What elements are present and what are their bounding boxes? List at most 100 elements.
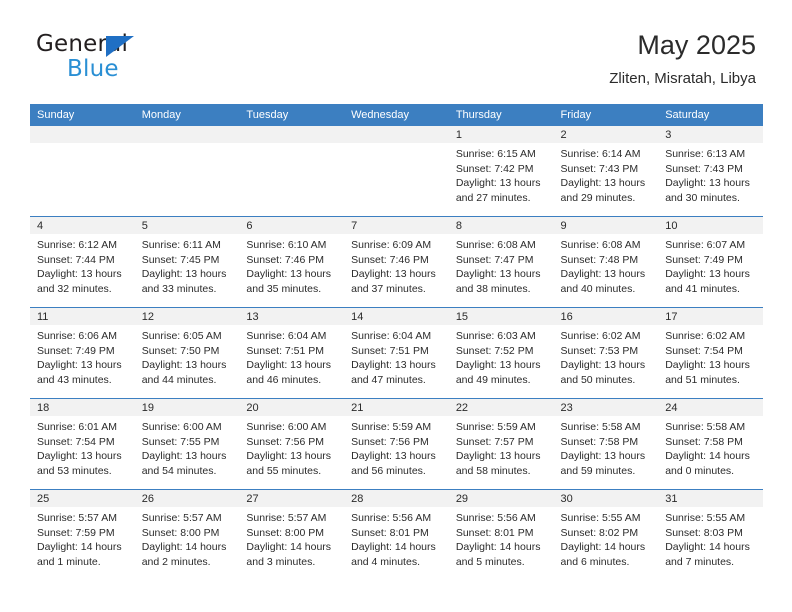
calendar-day-cell[interactable]: 20 Sunrise: 6:00 AM Sunset: 7:56 PM Dayligh… [239,398,345,490]
daylight-duration-line2: and 33 minutes. [141,282,217,295]
sunset-time: Sunset: 7:52 PM [455,344,534,357]
daylight-duration-line1: Daylight: 13 hours [560,268,646,281]
calendar-day-cell[interactable]: 23 Sunrise: 5:58 AM Sunset: 7:58 PM Dayligh… [553,398,659,490]
day-number [30,126,135,143]
sunset-time: Sunset: 7:49 PM [665,253,743,266]
day-details: Sunrise: 6:12 AM Sunset: 7:44 PM Daylight:… [30,234,135,296]
calendar-day-cell[interactable]: 13 Sunrise: 6:04 AM Sunset: 7:51 PM Dayligh… [239,307,345,399]
calendar-day-cell[interactable]: 10 Sunrise: 6:07 AM Sunset: 7:49 PM Dayligh… [658,216,763,308]
day-cell-inner: 30 Sunrise: 5:55 AM Sunset: 8:02 PM Dayligh… [553,490,659,580]
day-number: 10 [658,217,763,234]
day-number: 29 [448,490,554,507]
day-details: Sunrise: 5:57 AM Sunset: 8:00 PM Daylight:… [239,507,344,569]
day-details: Sunrise: 5:56 AM Sunset: 8:01 PM Daylight:… [449,507,554,569]
weekday-header-wednesday: Wednesday [344,104,449,126]
day-details: Sunrise: 5:58 AM Sunset: 7:58 PM Daylight:… [658,416,763,478]
day-cell-inner: 22 Sunrise: 5:59 AM Sunset: 7:57 PM Dayligh… [448,399,554,489]
daylight-duration-line2: and 40 minutes. [560,282,636,295]
sunset-time: Sunset: 7:51 PM [246,344,325,357]
daylight-duration-line2: and 44 minutes. [141,373,217,386]
daylight-duration-line1: Daylight: 13 hours [560,450,646,463]
calendar-day-cell[interactable]: 22 Sunrise: 5:59 AM Sunset: 7:57 PM Dayligh… [448,398,554,490]
calendar-day-cell[interactable]: 7 Sunrise: 6:09 AM Sunset: 7:46 PM Daylight… [344,216,449,308]
calendar-day-cell[interactable]: 4 Sunrise: 6:12 AM Sunset: 7:44 PM Daylight… [30,216,135,308]
calendar-day-cell[interactable]: 1 Sunrise: 6:15 AM Sunset: 7:42 PM Daylight… [448,126,554,217]
day-details: Sunrise: 6:05 AM Sunset: 7:50 PM Daylight:… [135,325,240,387]
daylight-duration-line1: Daylight: 13 hours [246,268,332,281]
calendar-day-cell[interactable]: 16 Sunrise: 6:02 AM Sunset: 7:53 PM Dayligh… [553,307,659,399]
calendar-day-cell[interactable]: 3 Sunrise: 6:13 AM Sunset: 7:43 PM Daylight… [658,126,763,217]
day-details: Sunrise: 6:10 AM Sunset: 7:46 PM Daylight:… [239,234,344,296]
calendar-day-cell[interactable]: 31 Sunrise: 5:55 AM Sunset: 8:03 PM Dayligh… [658,489,763,580]
daylight-duration-line2: and 32 minutes. [37,282,112,295]
sunset-time: Sunset: 7:57 PM [455,435,534,448]
daylight-duration-line2: and 27 minutes. [455,191,531,204]
sunrise-time: Sunrise: 6:04 AM [351,330,432,342]
day-details: Sunrise: 6:00 AM Sunset: 7:55 PM Daylight:… [135,416,240,478]
calendar-day-cell[interactable]: 25 Sunrise: 5:57 AM Sunset: 7:59 PM Dayligh… [30,489,135,580]
weekday-header-friday: Friday [553,104,659,126]
calendar-day-cell[interactable]: 9 Sunrise: 6:08 AM Sunset: 7:48 PM Daylight… [553,216,659,308]
day-number: 22 [448,399,554,416]
calendar-day-cell[interactable]: 14 Sunrise: 6:04 AM Sunset: 7:51 PM Dayligh… [344,307,449,399]
sunset-time: Sunset: 8:02 PM [560,526,639,539]
calendar-day-cell[interactable]: 28 Sunrise: 5:56 AM Sunset: 8:01 PM Dayligh… [344,489,449,580]
daylight-duration-line1: Daylight: 13 hours [37,450,122,463]
sunset-time: Sunset: 7:42 PM [455,162,534,175]
day-number [344,126,449,143]
calendar-week-row: 4 Sunrise: 6:12 AM Sunset: 7:44 PM Daylight… [30,216,763,308]
sunset-time: Sunset: 7:48 PM [560,253,639,266]
calendar-day-cell[interactable]: 12 Sunrise: 6:05 AM Sunset: 7:50 PM Dayligh… [134,307,240,399]
daylight-duration-line2: and 0 minutes. [665,464,735,477]
title-block: May 2025 Zliten, Misratah, Libya [609,30,756,88]
weekday-header-saturday: Saturday [658,104,763,126]
day-number: 3 [658,126,763,143]
calendar-day-cell[interactable]: 11 Sunrise: 6:06 AM Sunset: 7:49 PM Dayligh… [30,307,135,399]
daylight-duration-line1: Daylight: 13 hours [665,268,750,281]
day-cell-inner: 4 Sunrise: 6:12 AM Sunset: 7:44 PM Daylight… [30,217,135,307]
sunrise-time: Sunrise: 6:08 AM [560,239,641,251]
day-cell-inner: 11 Sunrise: 6:06 AM Sunset: 7:49 PM Dayligh… [30,308,135,398]
calendar-day-cell[interactable]: 29 Sunrise: 5:56 AM Sunset: 8:01 PM Dayligh… [448,489,554,580]
day-cell-inner [344,126,449,216]
day-details: Sunrise: 6:00 AM Sunset: 7:56 PM Daylight:… [239,416,344,478]
day-number: 2 [553,126,659,143]
day-details: Sunrise: 5:56 AM Sunset: 8:01 PM Daylight:… [344,507,449,569]
calendar-day-cell[interactable]: 15 Sunrise: 6:03 AM Sunset: 7:52 PM Dayligh… [448,307,554,399]
day-number: 17 [658,308,763,325]
day-cell-inner: 16 Sunrise: 6:02 AM Sunset: 7:53 PM Dayligh… [553,308,659,398]
daylight-duration-line1: Daylight: 13 hours [560,359,646,372]
calendar-day-cell[interactable]: 27 Sunrise: 5:57 AM Sunset: 8:00 PM Dayligh… [239,489,345,580]
daylight-duration-line2: and 2 minutes. [141,555,211,568]
sunset-time: Sunset: 7:56 PM [351,435,429,448]
calendar-day-cell[interactable]: 17 Sunrise: 6:02 AM Sunset: 7:54 PM Dayligh… [658,307,763,399]
calendar-day-cell[interactable]: 24 Sunrise: 5:58 AM Sunset: 7:58 PM Dayligh… [658,398,763,490]
sunrise-time: Sunrise: 5:55 AM [560,512,641,524]
calendar-day-cell[interactable]: 21 Sunrise: 5:59 AM Sunset: 7:56 PM Dayligh… [344,398,449,490]
calendar-day-cell[interactable]: 2 Sunrise: 6:14 AM Sunset: 7:43 PM Daylight… [553,126,659,217]
calendar-day-cell[interactable]: 26 Sunrise: 5:57 AM Sunset: 8:00 PM Dayligh… [134,489,240,580]
sunset-time: Sunset: 7:43 PM [560,162,639,175]
daylight-duration-line1: Daylight: 14 hours [246,541,332,554]
day-cell-inner: 26 Sunrise: 5:57 AM Sunset: 8:00 PM Dayligh… [134,490,240,580]
sunrise-time: Sunrise: 5:59 AM [351,421,432,433]
daylight-duration-line2: and 58 minutes. [455,464,531,477]
day-number [134,126,240,143]
calendar-day-cell[interactable]: 30 Sunrise: 5:55 AM Sunset: 8:02 PM Dayligh… [553,489,659,580]
sunset-time: Sunset: 7:58 PM [560,435,639,448]
calendar-day-cell[interactable]: 18 Sunrise: 6:01 AM Sunset: 7:54 PM Dayligh… [30,398,135,490]
day-details: Sunrise: 6:08 AM Sunset: 7:48 PM Daylight:… [554,234,659,296]
sunset-time: Sunset: 7:56 PM [246,435,325,448]
day-details: Sunrise: 5:59 AM Sunset: 7:57 PM Daylight:… [449,416,554,478]
daylight-duration-line1: Daylight: 13 hours [37,359,122,372]
calendar-day-cell[interactable]: 5 Sunrise: 6:11 AM Sunset: 7:45 PM Daylight… [134,216,240,308]
daylight-duration-line2: and 4 minutes. [351,555,420,568]
day-number: 24 [658,399,763,416]
daylight-duration-line1: Daylight: 13 hours [141,450,227,463]
calendar-day-cell[interactable]: 19 Sunrise: 6:00 AM Sunset: 7:55 PM Dayligh… [134,398,240,490]
calendar-day-cell[interactable]: 6 Sunrise: 6:10 AM Sunset: 7:46 PM Daylight… [239,216,345,308]
calendar-day-cell[interactable]: 8 Sunrise: 6:08 AM Sunset: 7:47 PM Daylight… [448,216,554,308]
daylight-duration-line1: Daylight: 13 hours [351,359,436,372]
daylight-duration-line2: and 38 minutes. [455,282,531,295]
sunrise-time: Sunrise: 6:01 AM [37,421,117,433]
